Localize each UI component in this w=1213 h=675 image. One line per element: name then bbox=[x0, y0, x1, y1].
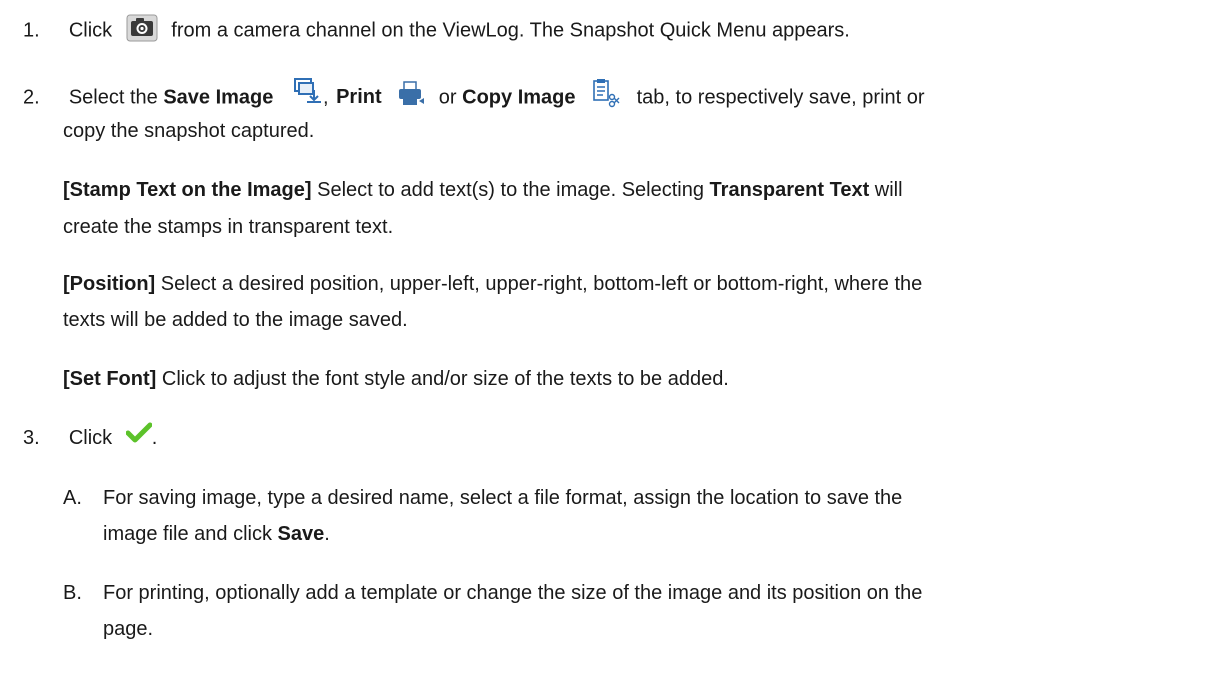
option-text: Click to adjust the font style and/or si… bbox=[161, 368, 729, 390]
option-label: [Position] bbox=[63, 273, 156, 295]
step-text: Select the bbox=[68, 86, 158, 109]
camera-icon bbox=[126, 14, 158, 42]
sub-item-b: B. bbox=[63, 581, 82, 605]
step-3: 3. Click . bbox=[23, 422, 158, 450]
option-text: Select a desired position, upper-left, u… bbox=[160, 273, 923, 295]
step-number: 1. bbox=[23, 19, 40, 42]
step-text: Click bbox=[68, 427, 113, 449]
sub-item-a-line-2: image file and click Save. bbox=[103, 522, 330, 546]
sub-letter: B. bbox=[63, 582, 82, 604]
step-text: . bbox=[151, 427, 158, 449]
option-position: [Position] Select a desired position, up… bbox=[63, 272, 922, 296]
sub-item-a-line-1: For saving image, type a desired name, s… bbox=[103, 487, 903, 509]
copy-image-icon bbox=[591, 78, 621, 108]
step-text: Click bbox=[68, 19, 113, 42]
sub-bold: Save bbox=[277, 523, 325, 545]
step-text: from a camera channel on the ViewLog. Th… bbox=[171, 19, 850, 42]
save-image-icon bbox=[293, 77, 323, 107]
option-label: [Set Font] bbox=[63, 368, 157, 390]
option-stamp-text: [Stamp Text on the Image] Select to add … bbox=[63, 178, 903, 202]
option-stamp-text-line-2: create the stamps in transparent text. bbox=[63, 216, 394, 238]
option-label: [Stamp Text on the Image] bbox=[63, 179, 312, 201]
tab-save-image-label: Save Image bbox=[163, 86, 274, 109]
sub-item-a: A. bbox=[63, 486, 82, 510]
separator: , bbox=[322, 86, 329, 109]
separator: or bbox=[438, 86, 457, 109]
step-text: tab, to respectively save, print or bbox=[636, 86, 925, 109]
sub-text: image file and click bbox=[103, 523, 272, 545]
option-text: will bbox=[874, 179, 903, 201]
tab-print-label: Print bbox=[336, 86, 382, 109]
step-number: 2. bbox=[23, 86, 40, 109]
sub-text: . bbox=[324, 523, 330, 545]
step-number: 3. bbox=[23, 427, 40, 449]
step-1: 1. Click from a camera channel on the Vi… bbox=[23, 14, 850, 45]
option-set-font: [Set Font] Click to adjust the font styl… bbox=[63, 367, 729, 391]
printer-icon bbox=[397, 81, 425, 107]
sub-item-b-line-1: For printing, optionally add a template … bbox=[103, 582, 923, 604]
checkmark-icon bbox=[125, 422, 153, 444]
step-2-line-2: copy the snapshot captured. bbox=[63, 120, 315, 142]
option-text: Select to add text(s) to the image. Sele… bbox=[317, 179, 704, 201]
option-bold: Transparent Text bbox=[709, 179, 870, 201]
option-position-line-2: texts will be added to the image saved. bbox=[63, 309, 408, 331]
sub-letter: A. bbox=[63, 487, 82, 509]
step-2: 2. Select the Save Image , Print or Copy… bbox=[23, 78, 925, 113]
tab-copy-image-label: Copy Image bbox=[462, 86, 576, 109]
sub-item-b-line-2: page. bbox=[103, 618, 154, 640]
